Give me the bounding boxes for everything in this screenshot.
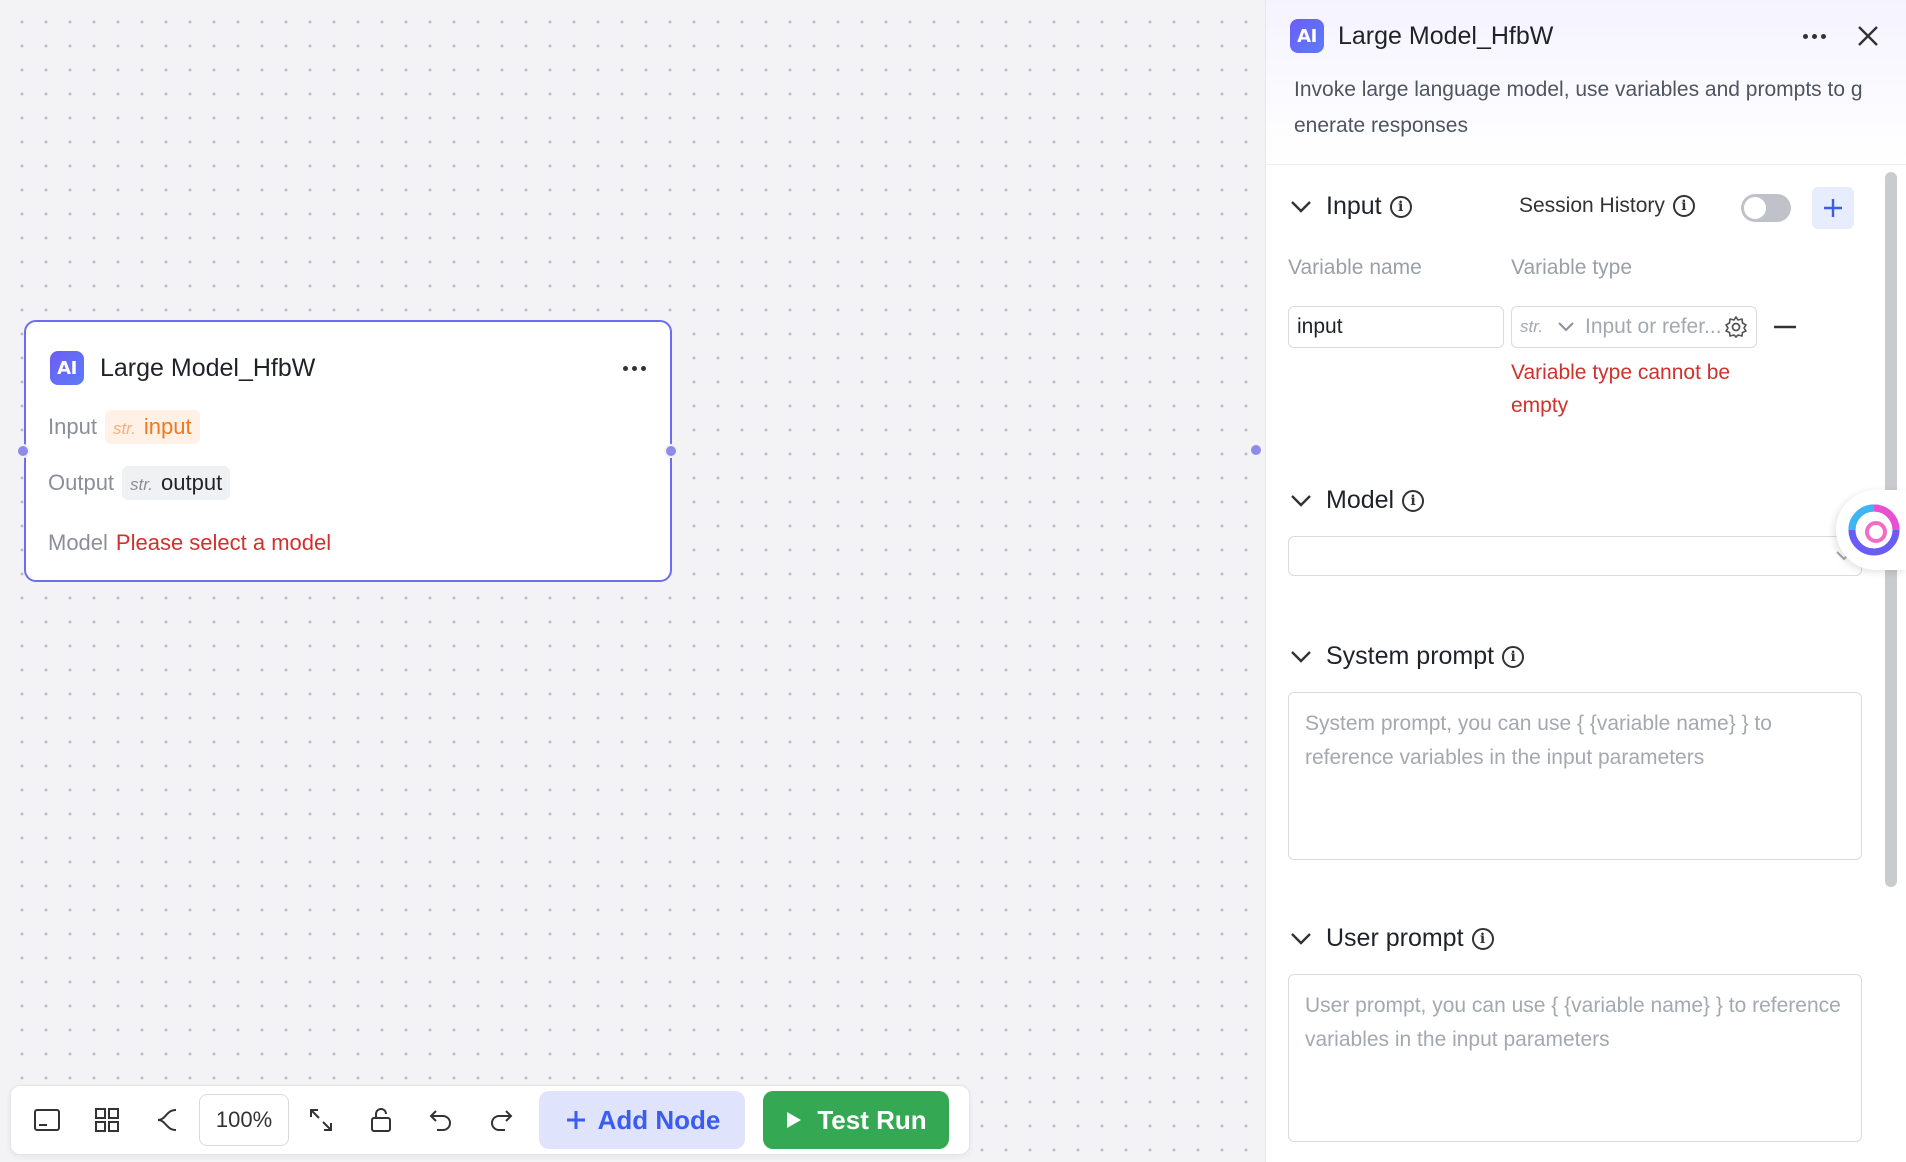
session-history-label: Session History <box>1519 194 1665 217</box>
node-input-port[interactable] <box>16 444 30 458</box>
panel-description: Invoke large language model, use variabl… <box>1294 78 1863 137</box>
user-prompt-header[interactable]: User prompt i <box>1290 924 1494 953</box>
node-input-chip: str. input <box>104 410 200 444</box>
node-output-chip: str. output <box>122 466 231 500</box>
node-input-row: Input str. input <box>48 410 200 444</box>
more-options-icon[interactable] <box>1803 33 1826 39</box>
test-run-label: Test Run <box>817 1104 927 1135</box>
lock-icon[interactable] <box>351 1092 411 1148</box>
variable-type-error: Variable type cannot be empty <box>1511 361 1731 417</box>
node-output-value: output <box>161 470 223 495</box>
large-model-node[interactable]: AI Large Model_HfbW Input str. input Out… <box>24 320 672 582</box>
connector-icon[interactable] <box>137 1092 197 1148</box>
node-header: AI Large Model_HfbW <box>50 348 646 388</box>
model-select[interactable] <box>1288 536 1862 576</box>
canvas-toolbar: 100% Add Node Test Run <box>10 1085 970 1155</box>
user-prompt-title: User prompt <box>1326 924 1464 952</box>
type-tag: str. <box>112 419 136 438</box>
session-history: Session History i <box>1519 194 1695 218</box>
close-icon[interactable] <box>1854 22 1882 50</box>
type-tag: str. <box>130 475 154 494</box>
variable-type-header: Variable type <box>1511 256 1633 279</box>
layout-grid-icon[interactable] <box>77 1092 137 1148</box>
panel-header: AI Large Model_HfbW Invoke large languag… <box>1266 0 1906 165</box>
test-run-button[interactable]: Test Run <box>763 1091 949 1149</box>
input-section-header[interactable]: Input i <box>1290 192 1412 221</box>
chevron-down-icon <box>1291 200 1311 213</box>
variable-name-input[interactable]: input <box>1288 306 1504 348</box>
user-prompt-placeholder: User prompt, you can use { {variable nam… <box>1305 994 1841 1051</box>
redo-icon[interactable] <box>471 1092 531 1148</box>
info-icon[interactable]: i <box>1502 645 1525 668</box>
ai-badge-icon: AI <box>50 351 84 385</box>
info-icon[interactable]: i <box>1471 927 1494 950</box>
chevron-down-icon <box>1291 650 1311 663</box>
chevron-down-icon <box>1291 932 1311 945</box>
node-model-row: Model Please select a model <box>48 530 331 556</box>
node-config-panel: AI Large Model_HfbW Invoke large languag… <box>1265 0 1906 1162</box>
more-options-icon[interactable] <box>623 365 646 371</box>
add-node-label: Add Node <box>597 1104 721 1135</box>
plus-icon <box>1824 199 1842 217</box>
plus-icon <box>566 1111 585 1129</box>
zoom-level[interactable]: 100% <box>199 1094 289 1146</box>
minimap-icon[interactable] <box>17 1092 77 1148</box>
node-model-error: Please select a model <box>115 530 332 555</box>
system-prompt-placeholder: System prompt, you can use { {variable n… <box>1305 712 1772 769</box>
node-output-label: Output <box>48 470 115 495</box>
user-prompt-textarea[interactable]: User prompt, you can use { {variable nam… <box>1288 974 1862 1142</box>
fit-view-icon[interactable] <box>291 1092 351 1148</box>
session-history-toggle[interactable] <box>1741 194 1791 222</box>
type-tag: str. <box>1520 317 1543 336</box>
undo-icon[interactable] <box>411 1092 471 1148</box>
workflow-canvas[interactable]: AI Large Model_HfbW Input str. input Out… <box>0 0 1265 1162</box>
gear-icon[interactable] <box>1724 315 1748 339</box>
variable-type-select[interactable]: str. Input or refer... <box>1511 306 1757 348</box>
variable-value-input[interactable]: Input or refer... <box>1585 315 1722 339</box>
node-model-label: Model <box>48 530 108 555</box>
assistant-launcher[interactable] <box>1836 490 1906 570</box>
node-output-port[interactable] <box>664 444 678 458</box>
node-output-row: Output str. output <box>48 466 231 500</box>
variable-name-header: Variable name <box>1288 256 1422 279</box>
chevron-down-icon <box>1291 494 1311 507</box>
assistant-logo-icon <box>1848 504 1900 556</box>
info-icon[interactable]: i <box>1672 195 1695 217</box>
info-icon[interactable]: i <box>1402 489 1425 512</box>
system-prompt-textarea[interactable]: System prompt, you can use { {variable n… <box>1288 692 1862 860</box>
add-variable-button[interactable] <box>1812 187 1854 229</box>
play-icon <box>787 1112 802 1128</box>
edge-handle[interactable] <box>1249 443 1263 457</box>
node-title: Large Model_HfbW <box>100 353 316 382</box>
add-node-button[interactable]: Add Node <box>539 1091 745 1149</box>
panel-title-row: AI Large Model_HfbW <box>1290 16 1882 56</box>
info-icon[interactable]: i <box>1389 195 1412 218</box>
model-section-title: Model <box>1326 486 1395 514</box>
model-section-header[interactable]: Model i <box>1290 486 1425 515</box>
variable-name-value: input <box>1297 315 1343 338</box>
node-input-value: input <box>143 414 192 439</box>
system-prompt-header[interactable]: System prompt i <box>1290 642 1525 671</box>
node-input-label: Input <box>48 414 97 439</box>
panel-title[interactable]: Large Model_HfbW <box>1338 22 1553 51</box>
input-section-title: Input <box>1326 192 1382 220</box>
remove-variable-icon[interactable] <box>1774 324 1796 330</box>
chevron-down-icon[interactable] <box>1557 321 1575 333</box>
ai-badge-icon: AI <box>1290 19 1324 53</box>
system-prompt-title: System prompt <box>1326 642 1495 670</box>
